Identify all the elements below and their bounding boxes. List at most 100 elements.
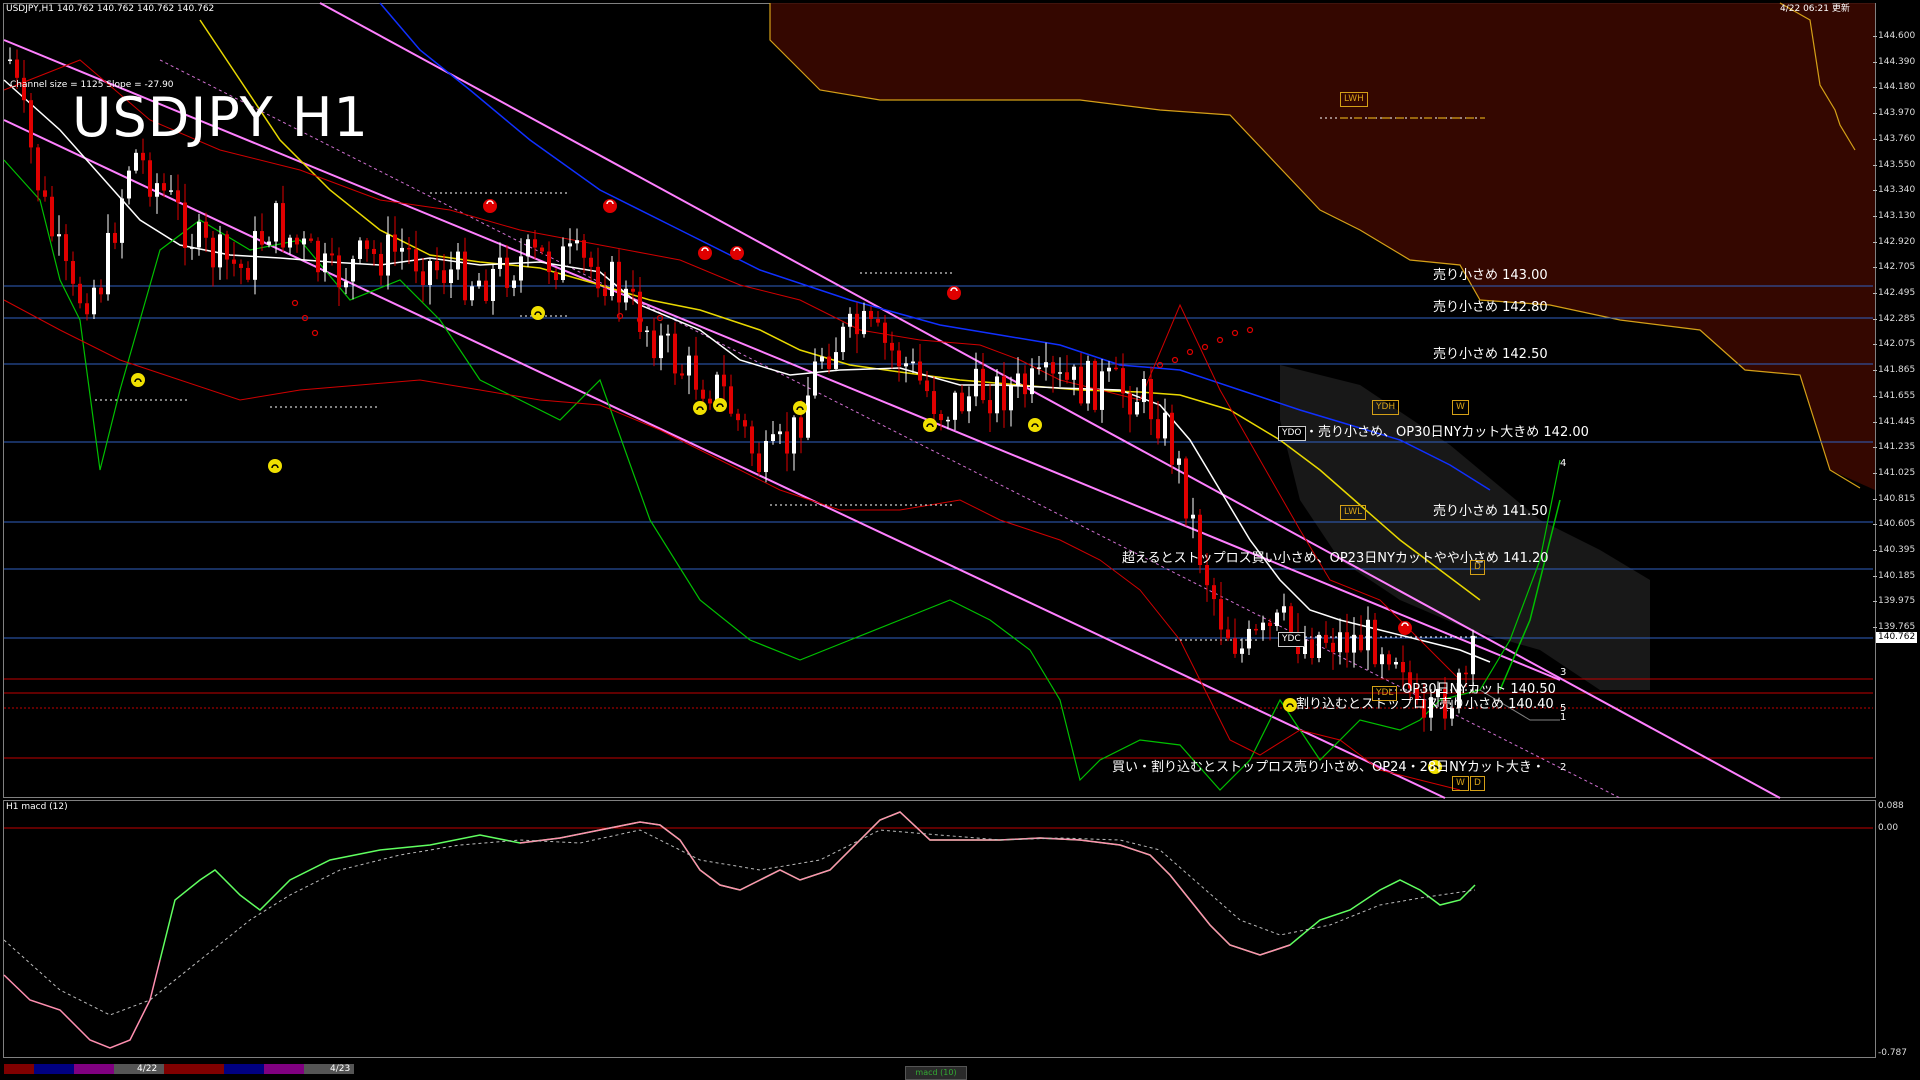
- candle-body: [1093, 360, 1097, 410]
- candle-body: [729, 386, 733, 414]
- candle-body: [673, 333, 677, 374]
- candle-body: [687, 355, 691, 376]
- date-label-4-22: 4/22: [137, 1064, 158, 1074]
- candle-body: [316, 240, 320, 273]
- candle-body: [813, 361, 817, 396]
- candle-body: [99, 287, 103, 295]
- session-segment: [34, 1064, 74, 1074]
- tick-mark: [1873, 293, 1877, 294]
- candle-body: [554, 272, 558, 281]
- candle-body: [372, 248, 376, 254]
- price-tick: 144.180: [1878, 82, 1916, 93]
- price-tick: 142.075: [1878, 339, 1916, 350]
- candle-body: [848, 313, 852, 327]
- candle-body: [183, 202, 187, 248]
- candle-body: [1163, 412, 1167, 439]
- candle-body: [232, 259, 236, 264]
- session-segment: [74, 1064, 114, 1074]
- candle-body: [736, 413, 740, 421]
- parabolic-sar-dot: [1186, 348, 1194, 356]
- candle-body: [1380, 654, 1384, 665]
- macd-axis[interactable]: [1876, 800, 1920, 1060]
- candle-body: [666, 333, 670, 336]
- candle-body: [120, 198, 124, 243]
- chart-window: USDJPY,H1 140.762 140.762 140.762 140.76…: [0, 0, 1920, 1080]
- candle-body: [1184, 458, 1188, 519]
- candle-body: [337, 255, 341, 288]
- candle-body: [1128, 393, 1132, 415]
- channel-number-2: 2: [1560, 762, 1567, 773]
- tick-mark: [1873, 190, 1877, 192]
- candle-body: [386, 234, 390, 276]
- candle-body: [484, 280, 488, 301]
- price-tick: 141.445: [1878, 416, 1916, 427]
- candle-body: [876, 318, 880, 323]
- macd-tick-min: -0.787: [1878, 1048, 1908, 1058]
- ydc-box: YDC: [1278, 632, 1305, 647]
- ydo-box: YDO: [1278, 426, 1306, 441]
- candle-body: [974, 368, 978, 397]
- tick-mark: [1873, 215, 1877, 217]
- candle-body: [442, 270, 446, 284]
- session-segment: [264, 1064, 304, 1074]
- candle-body: [36, 147, 40, 191]
- level-label-140-40: 割り込むとストップロス売り小さめ 140.40: [1296, 697, 1554, 712]
- candle-body: [1107, 367, 1111, 372]
- candle-body: [1247, 628, 1251, 649]
- parabolic-sar-dot: [311, 329, 319, 337]
- tick-mark: [1873, 601, 1877, 603]
- candle-body: [64, 234, 68, 262]
- candle-body: [582, 240, 586, 258]
- candle-body: [288, 237, 292, 248]
- candle-body: [43, 190, 47, 197]
- candle-body: [1051, 362, 1055, 374]
- level-label-142-50: 売り小さめ 142.50: [1433, 347, 1548, 362]
- candle-body: [1086, 360, 1090, 404]
- tick-mark: [1873, 113, 1877, 115]
- candle-body: [253, 231, 257, 280]
- candle-body: [953, 392, 957, 420]
- tick-mark: [1873, 138, 1877, 140]
- candle-body: [57, 234, 61, 237]
- candle-body: [1114, 367, 1118, 370]
- candle-body: [1401, 661, 1405, 673]
- candle-body: [85, 303, 89, 315]
- candle-body: [1016, 373, 1020, 386]
- candle-body: [939, 414, 943, 421]
- tick-mark: [1873, 267, 1877, 269]
- price-tick: 141.235: [1878, 442, 1916, 453]
- candlesticks: [8, 47, 1475, 732]
- candle-body: [722, 374, 726, 387]
- candle-body: [239, 263, 243, 268]
- indicator-tab[interactable]: macd (10): [905, 1066, 967, 1080]
- candle-body: [519, 256, 523, 281]
- candle-body: [379, 253, 383, 276]
- candle-body: [995, 376, 999, 414]
- candle-body: [1121, 368, 1125, 394]
- candle-body: [463, 251, 467, 301]
- candle-body: [1373, 619, 1377, 665]
- candle-body: [1352, 634, 1356, 653]
- candle-body: [1324, 634, 1328, 643]
- price-tick: 142.705: [1878, 262, 1916, 273]
- candle-body: [925, 380, 929, 392]
- candle-body: [1037, 367, 1041, 369]
- d-box-top: D: [1470, 560, 1485, 575]
- candle-body: [652, 330, 656, 359]
- candle-body: [981, 368, 985, 401]
- ichimoku-cloud: [769, 2, 1875, 690]
- candle-body: [771, 434, 775, 442]
- level-label-140-50: OP30日NYカット 140.50: [1402, 682, 1556, 697]
- dotted-levels: [95, 117, 1485, 691]
- level-label-142-80: 売り小さめ 142.80: [1433, 300, 1548, 315]
- fractal-markers: [131, 199, 1442, 774]
- candle-body: [617, 261, 621, 303]
- symbol-info-line: USDJPY,H1 140.762 140.762 140.762 140.76…: [6, 4, 215, 14]
- fractal-down-marker: [923, 418, 937, 432]
- candle-body: [743, 420, 747, 427]
- candle-body: [211, 237, 215, 268]
- candle-body: [575, 240, 579, 244]
- parabolic-sar-dot: [291, 299, 299, 307]
- candle-body: [1065, 372, 1069, 380]
- candle-body: [1079, 366, 1083, 404]
